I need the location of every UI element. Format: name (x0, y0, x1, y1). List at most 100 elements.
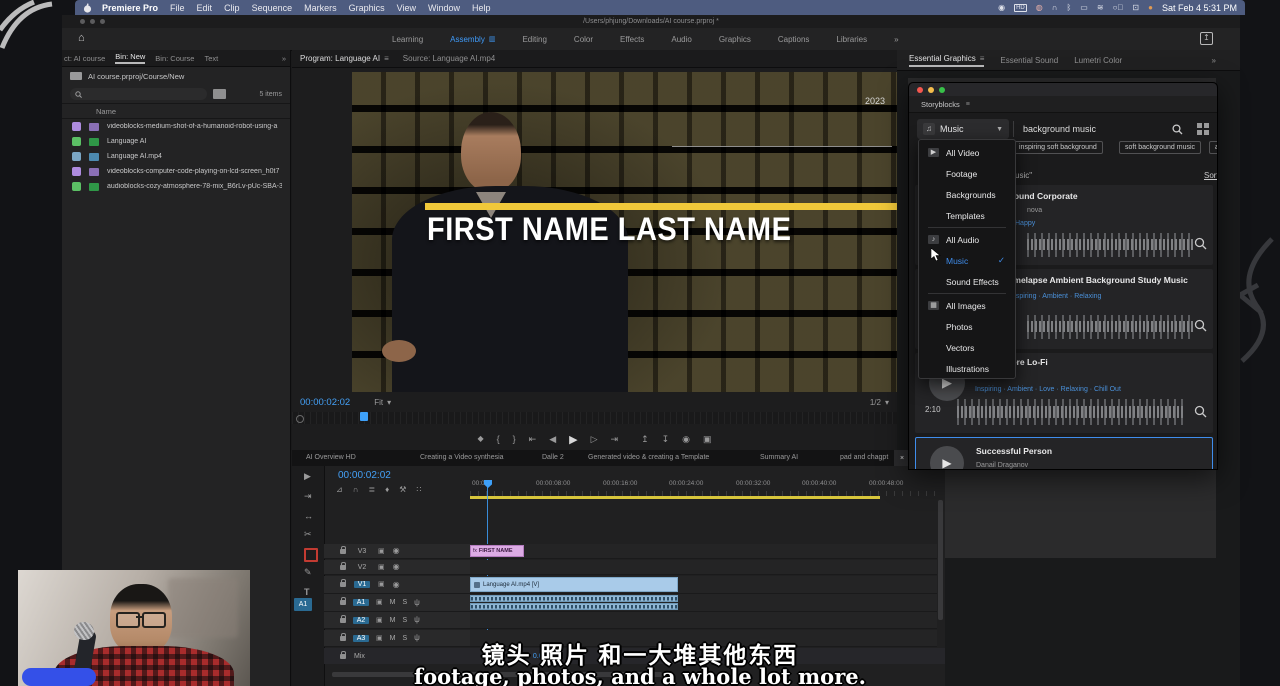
label-color-swatch[interactable] (72, 122, 81, 131)
mark-in-icon[interactable]: { (497, 435, 500, 444)
zoom-window-icon[interactable] (100, 19, 105, 24)
status-dot-icon[interactable]: ● (1148, 3, 1153, 12)
sequence-tab[interactable]: Dalle 2 (542, 454, 564, 461)
breadcrumb[interactable]: AI course.prproj/Course/New (88, 72, 184, 81)
lift-icon[interactable]: ↥ (641, 435, 649, 444)
selection-tool-icon[interactable]: ▶ (304, 472, 311, 481)
sync-lock-icon[interactable]: ▣ (376, 599, 383, 606)
close-window-icon[interactable] (80, 19, 85, 24)
tab-lumetri-color[interactable]: Lumetri Color (1074, 56, 1122, 65)
label-color-swatch[interactable] (72, 137, 81, 146)
minimize-window-icon[interactable] (90, 19, 95, 24)
mic-icon[interactable]: ψ (414, 616, 420, 624)
go-to-out-icon[interactable]: ⇥ (611, 435, 619, 444)
program-playhead[interactable] (360, 412, 368, 421)
sequence-tab[interactable]: AI Overview HD (306, 454, 356, 461)
insert-mode-icon[interactable]: ⊿ (336, 486, 343, 494)
program-scrubber[interactable] (292, 412, 897, 424)
audio-clip-channel-2[interactable] (470, 603, 678, 610)
add-marker-icon[interactable]: ♦ (385, 486, 389, 494)
track-select-tool-icon[interactable]: ⇥ (304, 492, 312, 501)
menu-item-all-audio[interactable]: ♪All Audio (928, 229, 1015, 250)
waveform[interactable] (1027, 315, 1195, 339)
workspace-audio[interactable]: Audio (671, 35, 691, 44)
mark-out-icon[interactable]: } (513, 435, 516, 444)
lock-icon[interactable] (340, 565, 346, 570)
bluetooth-icon[interactable]: ᛒ (1066, 3, 1071, 12)
menubar-clock[interactable]: Sat Feb 4 5:31 PM (1162, 3, 1237, 13)
work-area-bar[interactable] (470, 496, 880, 499)
find-similar-icon[interactable] (1194, 405, 1207, 418)
menu-edit[interactable]: Edit (197, 3, 213, 13)
tab-source-monitor[interactable]: Source: Language AI.mp4 (403, 54, 496, 63)
tab-essential-graphics[interactable]: Essential Graphics≡ (909, 54, 984, 67)
menu-item-footage[interactable]: Footage (928, 163, 1015, 184)
item-label[interactable]: Language AI (107, 138, 282, 145)
step-forward-icon[interactable]: ▷ (591, 435, 598, 444)
sequence-tab[interactable]: Summary AI (760, 454, 798, 461)
track-label-a1[interactable]: A1 (353, 599, 369, 606)
tab-project[interactable]: ct: AI course (64, 54, 105, 63)
tab-text[interactable]: Text (204, 54, 218, 63)
menu-graphics[interactable]: Graphics (349, 3, 385, 13)
hd-icon[interactable]: HD (1014, 4, 1027, 12)
step-back-icon[interactable]: ◀ (549, 435, 556, 444)
workspace-editing[interactable]: Editing (522, 35, 546, 44)
workspace-color[interactable]: Color (574, 35, 593, 44)
project-row[interactable]: videoblocks-medium-shot-of-a-humanoid-ro… (62, 119, 290, 134)
result-tags[interactable]: Inspiring · Ambient · Love · Relaxing · … (975, 386, 1121, 393)
tab-storyblocks[interactable]: Storyblocks (921, 100, 960, 109)
project-row[interactable]: Language AI (62, 134, 290, 149)
sequence-tab[interactable]: Generated video & creating a Template (588, 454, 709, 461)
close-tab-icon[interactable]: × (900, 455, 904, 462)
type-tool-icon[interactable]: T (304, 588, 310, 597)
export-icon[interactable]: ↥ (1200, 32, 1213, 45)
lock-icon[interactable] (340, 618, 346, 623)
mic-icon[interactable]: ψ (414, 599, 420, 607)
suggestion-chip[interactable]: a (1209, 141, 1218, 154)
tab-essential-sound[interactable]: Essential Sound (1000, 56, 1058, 65)
find-similar-icon[interactable] (1194, 319, 1207, 332)
item-label[interactable]: videoblocks-computer-code-playing-on-lcd… (107, 168, 282, 175)
workspace-menu-icon[interactable]: ▥ (489, 35, 496, 43)
menu-item-music[interactable]: Music✓ (928, 250, 1015, 271)
solo-button[interactable]: S (402, 617, 407, 624)
category-select[interactable]: ♫ Music ▼ (917, 119, 1009, 139)
menu-help[interactable]: Help (472, 3, 491, 13)
workspace-learning[interactable]: Learning (392, 35, 423, 44)
result-title[interactable]: Timelapse Ambient Background Study Music (1006, 275, 1188, 285)
menu-item-templates[interactable]: Templates (928, 205, 1015, 226)
vertical-scrollbar[interactable] (938, 500, 943, 620)
workspace-effects[interactable]: Effects (620, 35, 644, 44)
waveform[interactable] (1027, 233, 1195, 257)
apple-icon[interactable] (83, 3, 92, 13)
wifi-icon[interactable]: ≋ (1097, 3, 1104, 12)
project-row[interactable]: audioblocks-cozy-atmosphere-78-mix_B6rLv… (62, 179, 290, 194)
menu-window[interactable]: Window (428, 3, 460, 13)
home-icon[interactable]: ⌂ (78, 32, 85, 44)
tab-program-monitor[interactable]: Program: Language AI≡ (300, 54, 389, 63)
workspace-libraries[interactable]: Libraries (836, 35, 867, 44)
track-label-v2[interactable]: V2 (354, 564, 370, 571)
project-row[interactable]: videoblocks-computer-code-playing-on-lcd… (62, 164, 290, 179)
comparison-view-icon[interactable]: ▣ (703, 435, 712, 444)
menu-item-sound-effects[interactable]: Sound Effects (928, 271, 1015, 292)
menu-view[interactable]: View (397, 3, 416, 13)
solo-button[interactable]: S (402, 599, 407, 606)
play-icon[interactable]: ▶ (569, 433, 577, 446)
program-timecode[interactable]: 00:00:02:02 (300, 397, 350, 408)
track-label-a2[interactable]: A2 (353, 617, 369, 624)
workspace-assembly[interactable]: Assembly▥ (450, 35, 495, 44)
waveform[interactable] (957, 399, 1185, 425)
label-color-swatch[interactable] (72, 152, 81, 161)
zoom-window-icon[interactable] (939, 87, 945, 93)
play-icon[interactable]: ▶ (930, 446, 964, 470)
workspace-graphics[interactable]: Graphics (719, 35, 751, 44)
extract-icon[interactable]: ↧ (662, 435, 670, 444)
audio-clip-channel-1[interactable] (470, 595, 678, 602)
timeline-ruler[interactable]: 00:00 00:00:08:00 00:00:16:00 00:00:24:0… (470, 478, 938, 496)
tab-bin-new[interactable]: Bin: New (115, 52, 145, 64)
display-icon[interactable]: ⊡ (1132, 3, 1139, 12)
menubar-app-name[interactable]: Premiere Pro (102, 3, 158, 13)
grid-view-icon[interactable] (1197, 123, 1209, 135)
